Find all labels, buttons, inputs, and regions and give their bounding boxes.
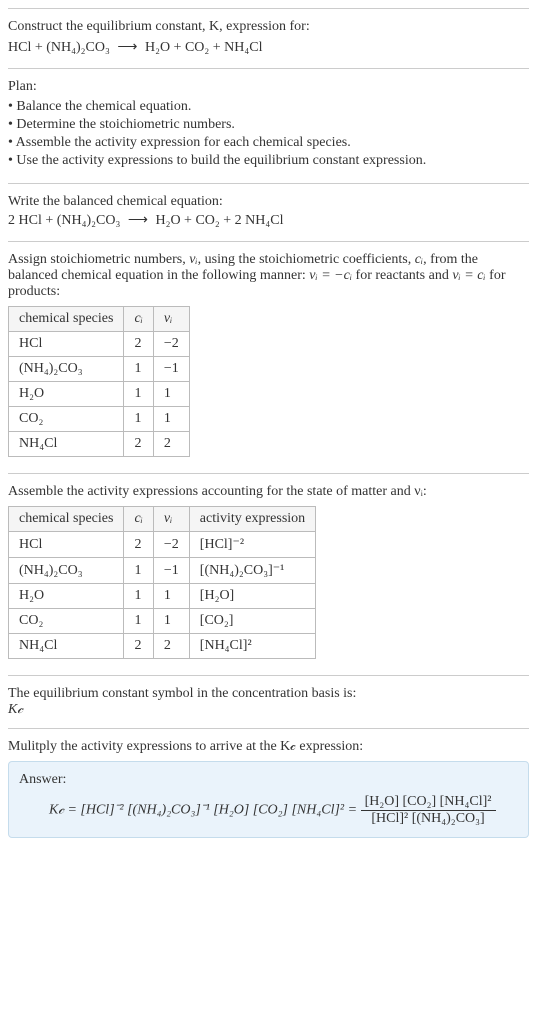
balanced-title: Write the balanced chemical equation: bbox=[8, 194, 529, 210]
stoich-table: chemical species cᵢ νᵢ HCl 2 −2 (NH₄)₂CO… bbox=[8, 306, 190, 457]
symbol-section: The equilibrium constant symbol in the c… bbox=[8, 675, 529, 728]
cell-nu: 1 bbox=[153, 584, 189, 609]
cell-species: (NH₄)₂CO₃ bbox=[9, 558, 124, 584]
cell-nu: 2 bbox=[153, 432, 189, 457]
denominator: [HCl]² [(NH₄)₂CO₃] bbox=[361, 811, 496, 827]
cell-species: NH₄Cl bbox=[9, 634, 124, 659]
table-row: HCl 2 −2 [HCl]⁻² bbox=[9, 532, 316, 558]
activity-table: chemical species cᵢ νᵢ activity expressi… bbox=[8, 506, 316, 659]
cell-nu: 1 bbox=[153, 609, 189, 634]
col-nu: νᵢ bbox=[153, 507, 189, 532]
cell-c: 1 bbox=[124, 584, 153, 609]
col-nu: νᵢ bbox=[153, 307, 189, 332]
plan-section: Plan: • Balance the chemical equation. •… bbox=[8, 68, 529, 183]
plan-title: Plan: bbox=[8, 79, 529, 95]
cell-nu: −1 bbox=[153, 558, 189, 584]
kc-expression: K𝒸 = [HCl]⁻² [(NH₄)₂CO₃]⁻¹ [H₂O] [CO₂] [… bbox=[19, 794, 518, 827]
answer-label: Answer: bbox=[19, 772, 518, 788]
cell-species: NH₄Cl bbox=[9, 432, 124, 457]
table-header-row: chemical species cᵢ νᵢ activity expressi… bbox=[9, 507, 316, 532]
intro-text: Construct the equilibrium constant, K, e… bbox=[8, 19, 310, 34]
table-row: (NH₄)₂CO₃ 1 −1 [(NH₄)₂CO₃]⁻¹ bbox=[9, 558, 316, 584]
kc-lhs: K𝒸 = [HCl]⁻² [(NH₄)₂CO₃]⁻¹ [H₂O] [CO₂] [… bbox=[49, 803, 361, 818]
desc-text: for reactants and bbox=[352, 268, 452, 283]
plan-item: • Assemble the activity expression for e… bbox=[8, 135, 529, 151]
cell-species: CO₂ bbox=[9, 407, 124, 432]
eq-right: H₂O + CO₂ + 2 NH₄Cl bbox=[155, 213, 283, 228]
table-row: NH₄Cl 2 2 [NH₄Cl]² bbox=[9, 634, 316, 659]
cell-species: HCl bbox=[9, 332, 124, 357]
plan-item: • Use the activity expressions to build … bbox=[8, 153, 529, 169]
cell-c: 2 bbox=[124, 332, 153, 357]
intro-line: Construct the equilibrium constant, K, e… bbox=[8, 19, 529, 35]
symbol-desc: The equilibrium constant symbol in the c… bbox=[8, 686, 529, 702]
table-row: NH₄Cl 2 2 bbox=[9, 432, 190, 457]
cell-c: 1 bbox=[124, 558, 153, 584]
table-row: CO₂ 1 1 bbox=[9, 407, 190, 432]
arrow-icon: ⟶ bbox=[117, 40, 137, 55]
col-c: cᵢ bbox=[124, 507, 153, 532]
cell-nu: −2 bbox=[153, 532, 189, 558]
cell-expr: [(NH₄)₂CO₃]⁻¹ bbox=[189, 558, 315, 584]
cell-species: (NH₄)₂CO₃ bbox=[9, 357, 124, 382]
cell-expr: [NH₄Cl]² bbox=[189, 634, 315, 659]
cell-species: CO₂ bbox=[9, 609, 124, 634]
activity-section: Assemble the activity expressions accoun… bbox=[8, 473, 529, 675]
eq-products: νᵢ = cᵢ bbox=[452, 268, 485, 283]
eq-left: 2 HCl + (NH₄)₂CO₃ bbox=[8, 213, 120, 228]
cell-nu: 1 bbox=[153, 382, 189, 407]
cell-c: 2 bbox=[124, 432, 153, 457]
stoich-section: Assign stoichiometric numbers, νᵢ, using… bbox=[8, 241, 529, 473]
col-species: chemical species bbox=[9, 507, 124, 532]
answer-box: Answer: K𝒸 = [HCl]⁻² [(NH₄)₂CO₃]⁻¹ [H₂O]… bbox=[8, 761, 529, 838]
kc-symbol: K𝒸 bbox=[8, 702, 529, 718]
col-species: chemical species bbox=[9, 307, 124, 332]
cell-c: 1 bbox=[124, 382, 153, 407]
cell-expr: [HCl]⁻² bbox=[189, 532, 315, 558]
table-row: (NH₄)₂CO₃ 1 −1 bbox=[9, 357, 190, 382]
eq-right: H₂O + CO₂ + NH₄Cl bbox=[145, 40, 263, 55]
desc-text: Assign stoichiometric numbers, bbox=[8, 252, 189, 267]
table-row: H₂O 1 1 bbox=[9, 382, 190, 407]
nu-symbol: νᵢ bbox=[189, 252, 197, 267]
cell-c: 2 bbox=[124, 532, 153, 558]
col-c: cᵢ bbox=[124, 307, 153, 332]
stoich-desc: Assign stoichiometric numbers, νᵢ, using… bbox=[8, 252, 529, 300]
cell-c: 1 bbox=[124, 407, 153, 432]
eq-reactants: νᵢ = −cᵢ bbox=[309, 268, 352, 283]
cell-species: HCl bbox=[9, 532, 124, 558]
unbalanced-equation: HCl + (NH₄)₂CO₃ ⟶ H₂O + CO₂ + NH₄Cl bbox=[8, 39, 529, 56]
table-row: H₂O 1 1 [H₂O] bbox=[9, 584, 316, 609]
table-row: HCl 2 −2 bbox=[9, 332, 190, 357]
col-expr: activity expression bbox=[189, 507, 315, 532]
cell-c: 2 bbox=[124, 634, 153, 659]
activity-desc: Assemble the activity expressions accoun… bbox=[8, 484, 529, 500]
cell-expr: [H₂O] bbox=[189, 584, 315, 609]
plan-item: • Determine the stoichiometric numbers. bbox=[8, 117, 529, 133]
arrow-icon: ⟶ bbox=[128, 213, 148, 228]
cell-species: H₂O bbox=[9, 584, 124, 609]
fraction: [H₂O] [CO₂] [NH₄Cl]² [HCl]² [(NH₄)₂CO₃] bbox=[361, 794, 496, 827]
cell-species: H₂O bbox=[9, 382, 124, 407]
c-symbol: cᵢ bbox=[415, 252, 423, 267]
eq-left: HCl + (NH₄)₂CO₃ bbox=[8, 40, 110, 55]
cell-nu: 2 bbox=[153, 634, 189, 659]
cell-nu: −1 bbox=[153, 357, 189, 382]
balanced-equation: 2 HCl + (NH₄)₂CO₃ ⟶ H₂O + CO₂ + 2 NH₄Cl bbox=[8, 212, 529, 229]
cell-nu: 1 bbox=[153, 407, 189, 432]
cell-c: 1 bbox=[124, 609, 153, 634]
balanced-section: Write the balanced chemical equation: 2 … bbox=[8, 183, 529, 241]
desc-text: , using the stoichiometric coefficients, bbox=[198, 252, 415, 267]
cell-expr: [CO₂] bbox=[189, 609, 315, 634]
table-row: CO₂ 1 1 [CO₂] bbox=[9, 609, 316, 634]
plan-item: • Balance the chemical equation. bbox=[8, 99, 529, 115]
plan-list: • Balance the chemical equation. • Deter… bbox=[8, 99, 529, 169]
cell-nu: −2 bbox=[153, 332, 189, 357]
intro-section: Construct the equilibrium constant, K, e… bbox=[8, 8, 529, 68]
final-desc: Mulitply the activity expressions to arr… bbox=[8, 739, 529, 755]
table-header-row: chemical species cᵢ νᵢ bbox=[9, 307, 190, 332]
numerator: [H₂O] [CO₂] [NH₄Cl]² bbox=[361, 794, 496, 811]
final-section: Mulitply the activity expressions to arr… bbox=[8, 728, 529, 848]
cell-c: 1 bbox=[124, 357, 153, 382]
